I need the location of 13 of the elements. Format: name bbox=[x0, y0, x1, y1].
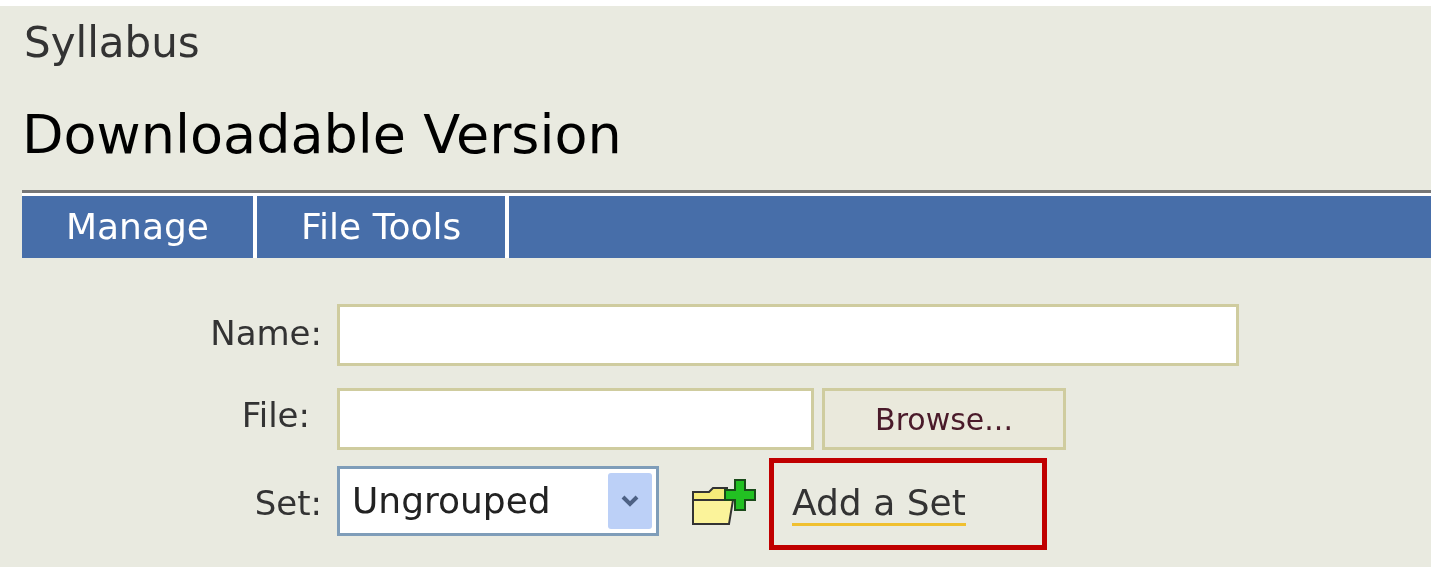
section-heading: Downloadable Version bbox=[22, 108, 622, 162]
add-set-link[interactable]: Add a Set bbox=[792, 482, 966, 526]
tab[interactable]: Manage bbox=[22, 196, 257, 258]
field-label: File: bbox=[240, 394, 311, 437]
page-title: Syllabus bbox=[24, 22, 200, 64]
tab[interactable]: File Tools bbox=[257, 196, 510, 258]
file-field[interactable] bbox=[337, 388, 814, 450]
browse-button[interactable]: Browse... bbox=[822, 388, 1066, 450]
add-folder-icon[interactable] bbox=[691, 478, 757, 526]
field-label: Name: bbox=[209, 312, 322, 355]
field-label: Set: bbox=[253, 482, 322, 525]
name-field[interactable] bbox=[337, 304, 1239, 366]
set-dropdown[interactable]: Ungrouped bbox=[337, 466, 659, 536]
